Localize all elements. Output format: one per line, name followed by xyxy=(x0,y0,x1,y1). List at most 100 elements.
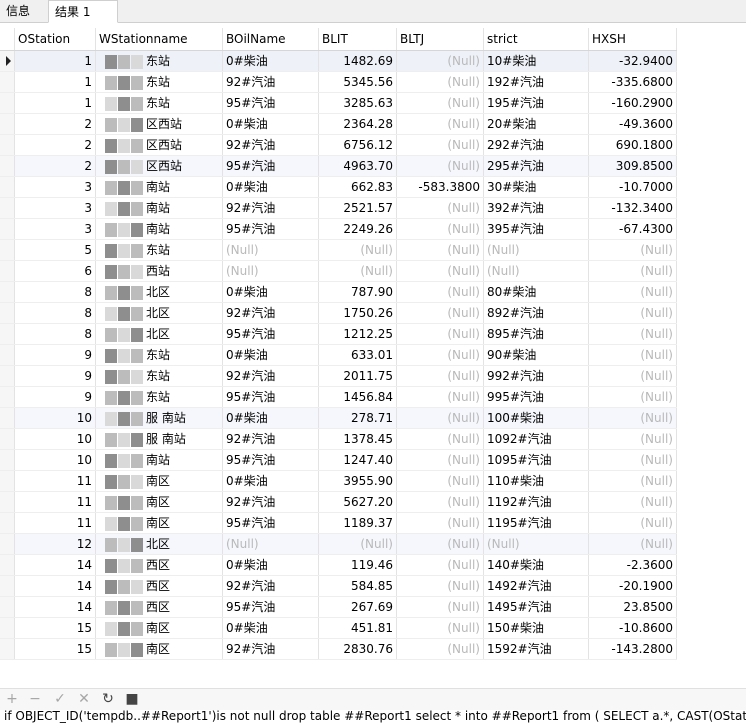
cell-wstationname[interactable]: 北区 xyxy=(95,323,223,345)
cell-wstationname[interactable]: 东站 xyxy=(95,365,223,387)
cell-strict[interactable]: 90#柴油 xyxy=(483,344,589,366)
cell-boilname[interactable]: 0#柴油 xyxy=(222,407,319,429)
cell-ostation[interactable]: 3 xyxy=(14,218,96,240)
cell-wstationname[interactable]: 服 南站 xyxy=(95,428,223,450)
cell-ostation[interactable]: 15 xyxy=(14,617,96,639)
cell-hxsh[interactable]: -20.1900 xyxy=(588,575,677,597)
row-indicator[interactable] xyxy=(0,512,15,534)
cell-bltj[interactable]: (Null) xyxy=(396,344,484,366)
cell-bltj[interactable]: (Null) xyxy=(396,197,484,219)
cell-blit[interactable]: 1482.69 xyxy=(318,50,397,72)
cell-blit[interactable]: 6756.12 xyxy=(318,134,397,156)
cell-boilname[interactable]: 0#柴油 xyxy=(222,554,319,576)
cell-strict[interactable]: (Null) xyxy=(483,260,589,282)
cell-strict[interactable]: 100#柴油 xyxy=(483,407,589,429)
cell-hxsh[interactable]: (Null) xyxy=(588,407,677,429)
cell-boilname[interactable]: 92#汽油 xyxy=(222,365,319,387)
row-indicator[interactable] xyxy=(0,617,15,639)
cell-wstationname[interactable]: 东站 xyxy=(95,239,223,261)
tab-result-1[interactable]: 结果 1 (3) xyxy=(48,0,118,41)
cell-bltj[interactable]: (Null) xyxy=(396,512,484,534)
cell-hxsh[interactable]: (Null) xyxy=(588,365,677,387)
row-indicator[interactable] xyxy=(0,533,15,555)
cell-hxsh[interactable]: -132.3400 xyxy=(588,197,677,219)
cell-hxsh[interactable]: -67.4300 xyxy=(588,218,677,240)
cell-ostation[interactable]: 10 xyxy=(14,407,96,429)
cell-wstationname[interactable]: 服 南站 xyxy=(95,407,223,429)
row-indicator[interactable] xyxy=(0,407,15,429)
cell-blit[interactable]: (Null) xyxy=(318,239,397,261)
row-indicator[interactable] xyxy=(0,323,15,345)
cell-wstationname[interactable]: 东站 xyxy=(95,92,223,114)
cell-wstationname[interactable]: 南区 xyxy=(95,617,223,639)
cell-strict[interactable]: 1192#汽油 xyxy=(483,491,589,513)
cell-ostation[interactable]: 2 xyxy=(14,113,96,135)
cell-wstationname[interactable]: 西区 xyxy=(95,596,223,618)
cell-blit[interactable]: 1750.26 xyxy=(318,302,397,324)
cell-boilname[interactable]: 92#汽油 xyxy=(222,134,319,156)
cell-strict[interactable]: 995#汽油 xyxy=(483,386,589,408)
cell-boilname[interactable]: 95#汽油 xyxy=(222,155,319,177)
cell-hxsh[interactable]: (Null) xyxy=(588,428,677,450)
row-indicator[interactable] xyxy=(0,596,15,618)
cell-strict[interactable]: 892#汽油 xyxy=(483,302,589,324)
cell-hxsh[interactable]: (Null) xyxy=(588,239,677,261)
table-row[interactable]: 2 区西站 92#汽油 6756.12 (Null) 292#汽油 690.1800 xyxy=(0,134,677,156)
row-indicator[interactable] xyxy=(0,449,15,471)
cell-strict[interactable]: 195#汽油 xyxy=(483,92,589,114)
cell-strict[interactable]: 1492#汽油 xyxy=(483,575,589,597)
cell-wstationname[interactable]: 北区 xyxy=(95,302,223,324)
cell-hxsh[interactable]: (Null) xyxy=(588,260,677,282)
cell-strict[interactable]: 140#柴油 xyxy=(483,554,589,576)
cell-strict[interactable]: (Null) xyxy=(483,533,589,555)
cell-strict[interactable]: 992#汽油 xyxy=(483,365,589,387)
cell-ostation[interactable]: 9 xyxy=(14,386,96,408)
cell-hxsh[interactable]: (Null) xyxy=(588,470,677,492)
cell-bltj[interactable]: (Null) xyxy=(396,302,484,324)
cell-strict[interactable]: 192#汽油 xyxy=(483,71,589,93)
column-header-ostation[interactable]: OStation xyxy=(14,28,96,51)
row-indicator[interactable] xyxy=(0,218,15,240)
cell-hxsh[interactable]: -2.3600 xyxy=(588,554,677,576)
cell-ostation[interactable]: 3 xyxy=(14,176,96,198)
cell-bltj[interactable]: (Null) xyxy=(396,71,484,93)
table-row[interactable]: 2 区西站 0#柴油 2364.28 (Null) 20#柴油 -49.3600 xyxy=(0,113,677,135)
cell-boilname[interactable]: 95#汽油 xyxy=(222,323,319,345)
cell-bltj[interactable]: (Null) xyxy=(396,470,484,492)
cell-boilname[interactable]: (Null) xyxy=(222,260,319,282)
cell-ostation[interactable]: 5 xyxy=(14,239,96,261)
cell-strict[interactable]: 30#柴油 xyxy=(483,176,589,198)
cell-hxsh[interactable]: (Null) xyxy=(588,491,677,513)
cell-wstationname[interactable]: 东站 xyxy=(95,344,223,366)
cell-ostation[interactable]: 14 xyxy=(14,596,96,618)
cell-boilname[interactable]: (Null) xyxy=(222,239,319,261)
cell-hxsh[interactable]: 309.8500 xyxy=(588,155,677,177)
cell-ostation[interactable]: 10 xyxy=(14,428,96,450)
cell-bltj[interactable]: (Null) xyxy=(396,575,484,597)
cell-blit[interactable]: 1189.37 xyxy=(318,512,397,534)
cell-strict[interactable]: 1495#汽油 xyxy=(483,596,589,618)
cell-blit[interactable]: 3285.63 xyxy=(318,92,397,114)
cell-strict[interactable]: (Null) xyxy=(483,239,589,261)
cell-wstationname[interactable]: 南站 xyxy=(95,176,223,198)
column-header-wstationname[interactable]: WStationname xyxy=(95,28,223,51)
cell-boilname[interactable]: 92#汽油 xyxy=(222,428,319,450)
cell-ostation[interactable]: 8 xyxy=(14,302,96,324)
column-header-boilname[interactable]: BOilName xyxy=(222,28,319,51)
table-row[interactable]: 10 服 南站 0#柴油 278.71 (Null) 100#柴油 (Null) xyxy=(0,407,677,429)
row-indicator[interactable] xyxy=(0,575,15,597)
cell-strict[interactable]: 895#汽油 xyxy=(483,323,589,345)
cell-hxsh[interactable]: -49.3600 xyxy=(588,113,677,135)
cell-blit[interactable]: 5345.56 xyxy=(318,71,397,93)
cell-ostation[interactable]: 14 xyxy=(14,554,96,576)
cell-wstationname[interactable]: 北区 xyxy=(95,533,223,555)
cell-wstationname[interactable]: 东站 xyxy=(95,71,223,93)
table-row[interactable]: 14 西区 92#汽油 584.85 (Null) 1492#汽油 -20.1900 xyxy=(0,575,677,597)
cell-wstationname[interactable]: 南区 xyxy=(95,638,223,660)
cell-hxsh[interactable]: -10.7000 xyxy=(588,176,677,198)
refresh-icon[interactable]: ↻ xyxy=(100,691,116,707)
row-indicator[interactable] xyxy=(0,197,15,219)
cell-boilname[interactable]: 0#柴油 xyxy=(222,281,319,303)
cell-hxsh[interactable]: 23.8500 xyxy=(588,596,677,618)
cell-blit[interactable]: 662.83 xyxy=(318,176,397,198)
